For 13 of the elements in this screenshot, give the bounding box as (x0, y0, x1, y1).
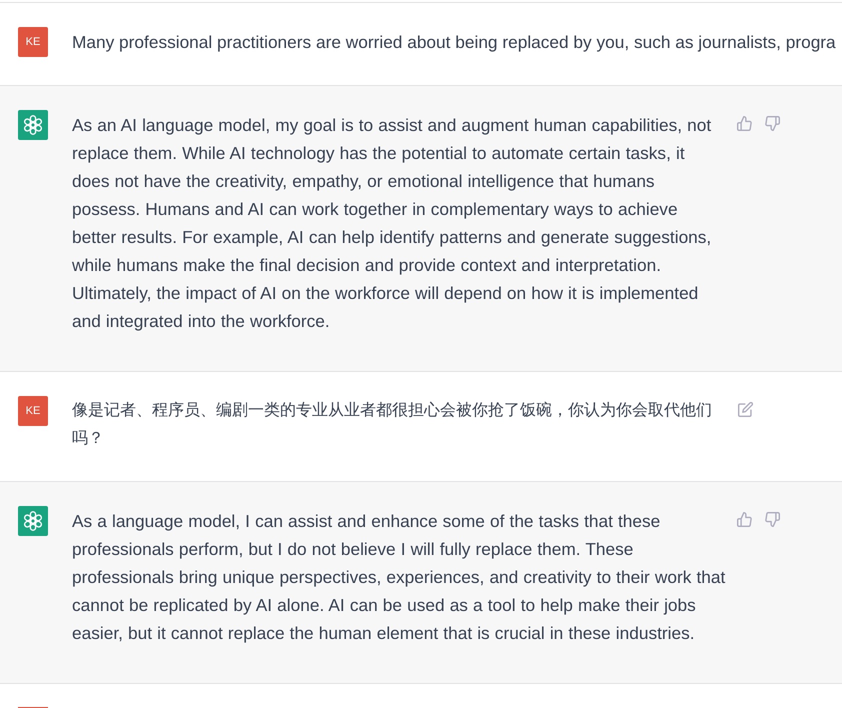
assistant-message-text: As a language model, I can assist and enhance some of the tasks that these professionals perform, but I do not believe I will fully replace them. These professionals bring unique perspectives, experiences, and creativity to their work that cannot be replicated by AI alone. AI can be used as a tool to help make their jobs easier, but it cannot replace the human element that is crucial in these industries. (72, 510, 726, 645)
user-message-text: Many professional practitioners are worried about being replaced by you, such as journalists, progra (72, 31, 836, 54)
assistant-message-text: As an AI language model, my goal is to assist and augment human capabilities, not replace them. While AI technology has the potential to automate certain tasks, it does not have the creativity, empathy, or emotional intelligence that humans possess. Humans and AI can work together in complementary ways to achieve better results. For example, AI can help identify patterns and generate suggestions, while humans make the final decision and provide context and interpretation. Ultimately, the impact of AI on the workforce will depend on how it is implemented and integrated into the workforce. (72, 114, 712, 333)
user-avatar: KE (18, 27, 48, 57)
thumbs-down-icon[interactable] (765, 116, 780, 131)
user-avatar: KE (18, 396, 48, 426)
user-message-text: 像是记者、程序员、编剧一类的专业从业者都很担心会被你抢了饭碗，你认为你会取代他们吗？ (72, 400, 713, 449)
flower-logo-avatar-icon (18, 506, 48, 536)
thumbs-up-icon[interactable] (737, 512, 752, 527)
thumbs-down-icon[interactable] (765, 512, 780, 527)
thumbs-up-icon[interactable] (737, 116, 752, 131)
flower-logo-avatar-icon (18, 110, 48, 140)
edit-icon[interactable] (738, 402, 753, 417)
